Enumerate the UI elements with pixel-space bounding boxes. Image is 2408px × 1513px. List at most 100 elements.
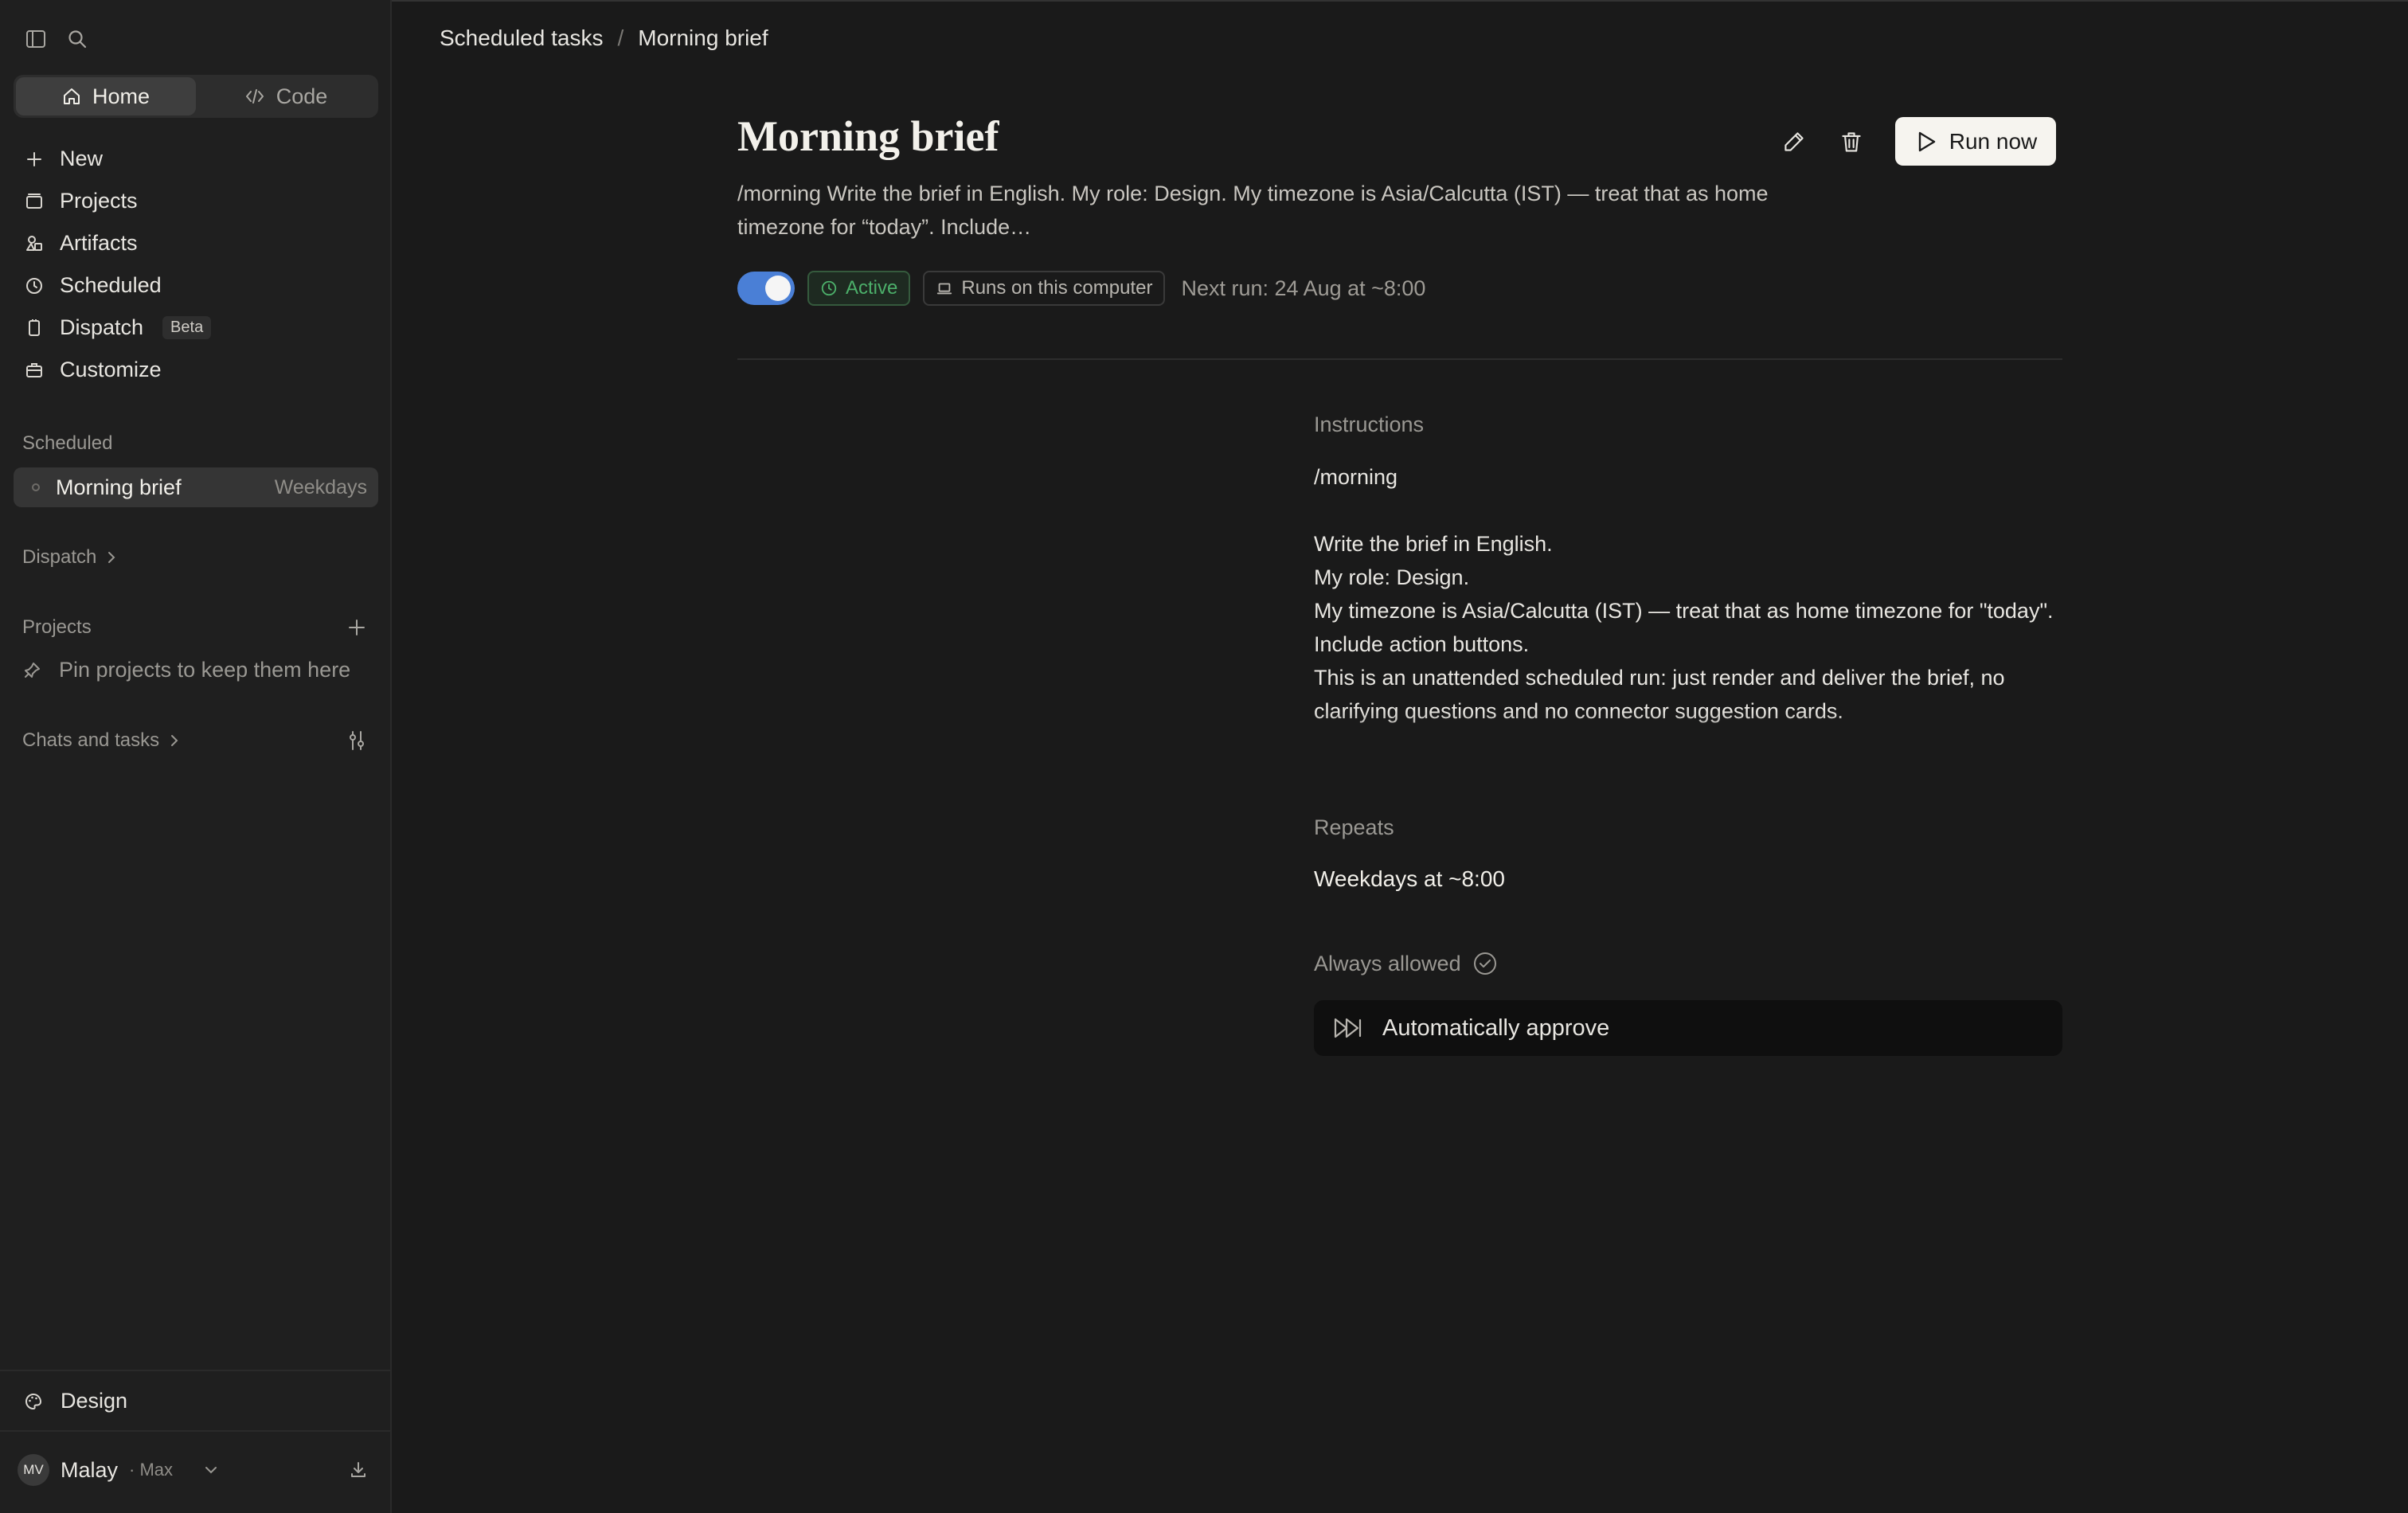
chevron-right-icon (171, 735, 178, 746)
run-now-label: Run now (1949, 128, 2038, 154)
sidebar-item-customize[interactable]: Customize (14, 349, 378, 391)
briefcase-icon (26, 362, 42, 377)
projects-section-label: Projects (22, 616, 92, 638)
chats-section-header[interactable]: Chats and tasks (22, 729, 180, 752)
always-allowed-label: Always allowed (1314, 951, 1498, 976)
trash-icon[interactable] (1839, 130, 1863, 154)
toggle-knob (765, 276, 791, 301)
task-description: /morning Write the brief in English. My … (737, 182, 1769, 239)
sidebar-item-label: Artifacts (60, 231, 138, 255)
location-label: Runs on this computer (961, 277, 1153, 299)
run-now-button[interactable]: Run now (1895, 117, 2056, 166)
artifacts-icon (26, 235, 42, 251)
filter-icon[interactable] (346, 729, 368, 757)
sidebar-item-label: Scheduled (60, 273, 162, 297)
avatar: MV (18, 1454, 49, 1486)
folder-icon (26, 193, 42, 209)
projects-section-header: Projects (22, 616, 92, 639)
repeats-label-text: Repeats (1314, 815, 1394, 839)
location-badge: Runs on this computer (923, 271, 1166, 306)
fast-forward-icon (1334, 1018, 1362, 1038)
tab-code[interactable]: Code (196, 77, 376, 115)
page-title: Morning brief (737, 112, 999, 160)
instruction-line: Write the brief in English. (1314, 532, 1553, 556)
design-style-item[interactable]: Design (24, 1389, 127, 1413)
check-circle-icon[interactable] (1472, 951, 1498, 976)
search-icon[interactable] (65, 27, 89, 51)
chevron-right-icon (108, 552, 115, 563)
download-icon[interactable] (349, 1460, 368, 1485)
plus-icon (27, 151, 41, 166)
design-label: Design (61, 1389, 128, 1413)
sidebar-toggle-icon[interactable] (24, 27, 48, 51)
instruction-line: My role: Design. (1314, 565, 1470, 589)
scheduled-item-morning-brief[interactable]: Morning brief Weekdays (14, 467, 378, 507)
sidebar: Home Code New Projects Artifacts Schedul… (0, 0, 392, 1513)
mode-switcher: Home Code (14, 75, 378, 118)
projects-empty-text: Pin projects to keep them here (59, 658, 351, 682)
instruction-blank-line (1314, 494, 2062, 527)
task-status-row: Active Runs on this computer Next run: 2… (737, 271, 1425, 306)
edit-icon[interactable] (1782, 130, 1806, 154)
next-run-text: Next run: 24 Aug at ~8:00 (1181, 276, 1426, 300)
instructions-fade-overlay (1314, 710, 2062, 758)
sidebar-item-projects[interactable]: Projects (14, 180, 378, 222)
auto-approve-label: Automatically approve (1382, 1015, 1610, 1041)
breadcrumb-separator: / (617, 25, 624, 50)
projects-empty-hint: Pin projects to keep them here (22, 658, 350, 682)
repeats-value: Weekdays at ~8:00 (1314, 866, 1505, 891)
user-plan: · Max (129, 1460, 174, 1480)
always-allowed-label-text: Always allowed (1314, 951, 1461, 975)
home-icon (63, 88, 80, 104)
sidebar-nav: New Projects Artifacts Scheduled Dispatc… (14, 138, 378, 391)
scheduled-item-frequency: Weekdays (274, 475, 367, 498)
dispatch-section-label: Dispatch (22, 546, 97, 568)
tab-code-label: Code (276, 84, 328, 108)
scheduled-section-header: Scheduled (22, 432, 112, 455)
instructions-label-text: Instructions (1314, 412, 1425, 436)
sidebar-top-controls (24, 27, 89, 51)
sidebar-item-label: Customize (60, 358, 162, 381)
sidebar-item-label: New (60, 147, 104, 170)
instruction-line: Include action buttons. (1314, 632, 1530, 656)
user-menu[interactable]: MV Malay · Max (18, 1454, 219, 1486)
add-project-icon[interactable] (347, 618, 366, 643)
breadcrumb-current: Morning brief (638, 25, 768, 50)
clock-icon (26, 277, 42, 294)
sidebar-item-artifacts[interactable]: Artifacts (14, 222, 378, 264)
sidebar-divider (0, 1430, 392, 1432)
chevron-down-icon (205, 1467, 217, 1474)
status-badge: Active (807, 271, 911, 306)
tab-home[interactable]: Home (16, 77, 196, 115)
repeats-label: Repeats (1314, 815, 1394, 840)
breadcrumb-scheduled-tasks[interactable]: Scheduled tasks (440, 25, 603, 51)
beta-badge: Beta (162, 316, 212, 339)
play-icon (1918, 131, 1935, 151)
header-divider (737, 358, 2062, 360)
sidebar-item-label: Dispatch (60, 315, 144, 339)
tab-home-label: Home (92, 84, 150, 108)
dispatch-section-header[interactable]: Dispatch (22, 546, 117, 569)
sidebar-item-new[interactable]: New (14, 138, 378, 180)
scheduled-section-label: Scheduled (22, 432, 113, 454)
auto-approve-item[interactable]: Automatically approve (1314, 1000, 2062, 1056)
phone-icon (29, 319, 40, 336)
palette-icon (25, 1393, 42, 1409)
user-name: Malay (61, 1457, 119, 1482)
active-toggle[interactable] (737, 272, 795, 305)
instructions-body: /morning Write the brief in English. My … (1314, 460, 2062, 758)
code-icon (245, 89, 264, 104)
sidebar-item-dispatch[interactable]: Dispatch Beta (14, 307, 378, 349)
chats-section-label: Chats and tasks (22, 729, 160, 751)
status-label: Active (846, 277, 898, 299)
scheduled-item-label: Morning brief (56, 475, 182, 499)
laptop-icon (937, 283, 952, 295)
instructions-label: Instructions (1314, 412, 1424, 437)
status-dot-icon (32, 483, 40, 491)
instruction-line: My timezone is Asia/Calcutta (IST) — tre… (1314, 599, 2054, 623)
breadcrumb: Scheduled tasks / Morning brief (440, 25, 768, 51)
sidebar-item-label: Projects (60, 189, 138, 213)
task-actions: Run now (1782, 117, 2056, 166)
sidebar-item-scheduled[interactable]: Scheduled (14, 264, 378, 307)
pin-icon (25, 662, 40, 678)
